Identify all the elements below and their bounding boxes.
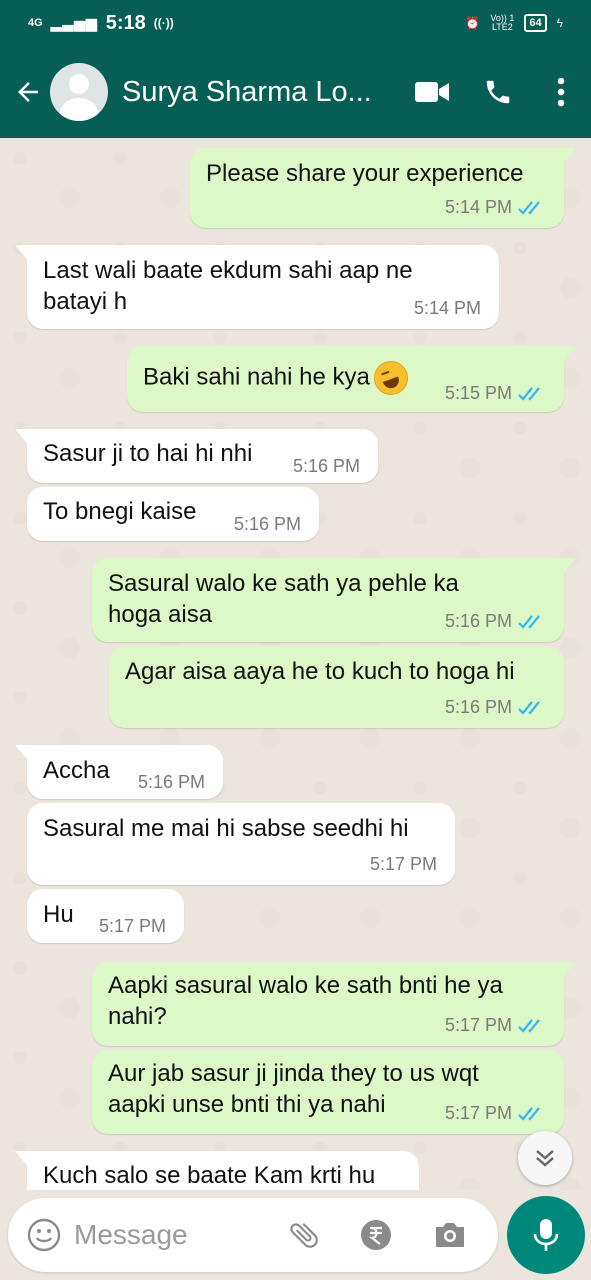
- message-bubble[interactable]: Accha 5:16 PM: [15, 745, 223, 799]
- message-text-line: batayi h: [43, 288, 128, 315]
- read-ticks-icon: [518, 614, 540, 629]
- message-text: Accha: [43, 757, 110, 784]
- network-type: 4G: [28, 16, 43, 29]
- video-call-icon: [415, 82, 449, 102]
- status-time: 5:18: [105, 11, 146, 34]
- mic-icon: [533, 1219, 559, 1251]
- charging-icon: ϟ: [556, 16, 563, 30]
- message-bubble[interactable]: Aur jab sasur ji jinda they to us wqt aa…: [92, 1050, 564, 1134]
- message-bubble[interactable]: Hu 5:17 PM: [27, 889, 184, 943]
- read-ticks-icon: [518, 386, 540, 401]
- camera-button[interactable]: [424, 1209, 476, 1261]
- message-bubble[interactable]: Sasur ji to hai hi nhi 5:16 PM: [15, 429, 378, 483]
- message-bubble[interactable]: To bnegi kaise 5:16 PM: [27, 487, 319, 541]
- message-time: 5:14 PM: [444, 197, 512, 217]
- scroll-down-icon: [536, 1150, 554, 1167]
- voice-call-icon: [486, 80, 510, 104]
- message-text: Sasural me mai hi sabse seedhi hi: [43, 815, 409, 842]
- message-text-line: Last wali baate ekdum sahi aap ne: [43, 257, 413, 284]
- read-ticks-icon: [518, 700, 540, 715]
- message-text: To bnegi kaise: [43, 498, 197, 525]
- message-text: Agar aisa aaya he to kuch to hoga hi: [125, 658, 515, 685]
- message-text-line: Aapki sasural walo ke sath bnti he ya: [108, 972, 503, 999]
- avatar[interactable]: [50, 63, 108, 121]
- attach-icon: [290, 1222, 318, 1248]
- volte-label: Vo)) 1 LTE2: [490, 14, 514, 32]
- message-bubble[interactable]: Last wali baate ekdum sahi aap ne batayi…: [15, 245, 499, 329]
- message-text: Sasur ji to hai hi nhi: [43, 440, 253, 467]
- emoji-icon: [27, 1218, 61, 1252]
- message-text: Baki sahi nahi he kya: [143, 363, 370, 391]
- chat-header: Surya Sharma Lo...: [0, 46, 591, 138]
- back-button[interactable]: [4, 62, 52, 122]
- hotspot-icon: ((·)): [153, 16, 174, 30]
- rupee-icon: [361, 1220, 391, 1250]
- message-time: 5:16 PM: [444, 611, 512, 631]
- message-time: 5:16 PM: [444, 697, 512, 717]
- message-time: 5:14 PM: [413, 298, 481, 318]
- read-ticks-icon: [518, 200, 540, 215]
- scroll-to-bottom-button[interactable]: [518, 1131, 572, 1185]
- message-bubble[interactable]: Kuch salo se baate Kam krti hu: [15, 1151, 419, 1190]
- more-options-button[interactable]: [531, 62, 591, 122]
- message-text: Kuch salo se baate Kam krti hu: [43, 1162, 376, 1189]
- message-bubble[interactable]: Sasural walo ke sath ya pehle ka hoga ai…: [92, 558, 576, 642]
- camera-icon: [436, 1223, 464, 1247]
- message-bubble[interactable]: Baki sahi nahi he kya 5:15 PM: [127, 346, 576, 412]
- message-time: 5:17 PM: [444, 1015, 512, 1035]
- message-text-line: nahi?: [108, 1003, 167, 1030]
- message-bubble[interactable]: Agar aisa aaya he to kuch to hoga hi 5:1…: [109, 646, 564, 728]
- read-ticks-icon: [518, 1106, 540, 1121]
- message-text: Hu: [43, 901, 74, 928]
- more-vert-icon: [557, 77, 565, 107]
- payment-button[interactable]: [350, 1209, 402, 1261]
- message-time: 5:17 PM: [369, 854, 437, 874]
- message-bubble[interactable]: Sasural me mai hi sabse seedhi hi 5:17 P…: [27, 803, 455, 885]
- message-text-line: aapki unse bnti thi ya nahi: [108, 1091, 386, 1118]
- voice-call-button[interactable]: [465, 62, 531, 122]
- contact-name[interactable]: Surya Sharma Lo...: [122, 76, 372, 109]
- message-time: 5:16 PM: [137, 772, 205, 792]
- rolling-laughing-emoji-icon: [373, 361, 408, 395]
- video-call-button[interactable]: [399, 62, 465, 122]
- message-bubble[interactable]: Aapki sasural walo ke sath bnti he ya na…: [92, 962, 576, 1046]
- message-text-line: Aur jab sasur ji jinda they to us wqt: [108, 1060, 479, 1087]
- avatar-head: [69, 74, 89, 94]
- message-text-line: hoga aisa: [108, 601, 213, 628]
- message-text: Please share your experience: [206, 160, 524, 187]
- attach-button[interactable]: [278, 1209, 330, 1261]
- message-composer: [8, 1198, 498, 1272]
- avatar-body: [60, 98, 98, 121]
- battery-level: 64: [524, 14, 547, 32]
- message-text-line: Sasural walo ke sath ya pehle ka: [108, 570, 459, 597]
- signal-icon: ▂▃▅▆: [50, 14, 98, 31]
- message-time: 5:17 PM: [444, 1103, 512, 1123]
- message-time: 5:15 PM: [444, 383, 512, 403]
- message-input[interactable]: [74, 1219, 274, 1251]
- message-bubble[interactable]: Please share your experience 5:14 PM: [190, 148, 576, 228]
- message-time: 5:17 PM: [98, 916, 166, 936]
- alarm-icon: ⏰: [465, 16, 481, 30]
- chat-area[interactable]: Please share your experience 5:14 PM Las…: [0, 138, 591, 1190]
- voice-message-button[interactable]: [507, 1196, 585, 1274]
- emoji-button[interactable]: [18, 1209, 70, 1261]
- status-bar: 4G ▂▃▅▆ 5:18 ((·)) ⏰ Vo)) 1 LTE2 64 ϟ: [0, 0, 591, 46]
- read-ticks-icon: [518, 1018, 540, 1033]
- back-arrow-icon: [18, 82, 38, 102]
- message-time: 5:16 PM: [233, 514, 301, 534]
- lte-text: LTE2: [491, 22, 513, 32]
- message-time: 5:16 PM: [292, 456, 360, 476]
